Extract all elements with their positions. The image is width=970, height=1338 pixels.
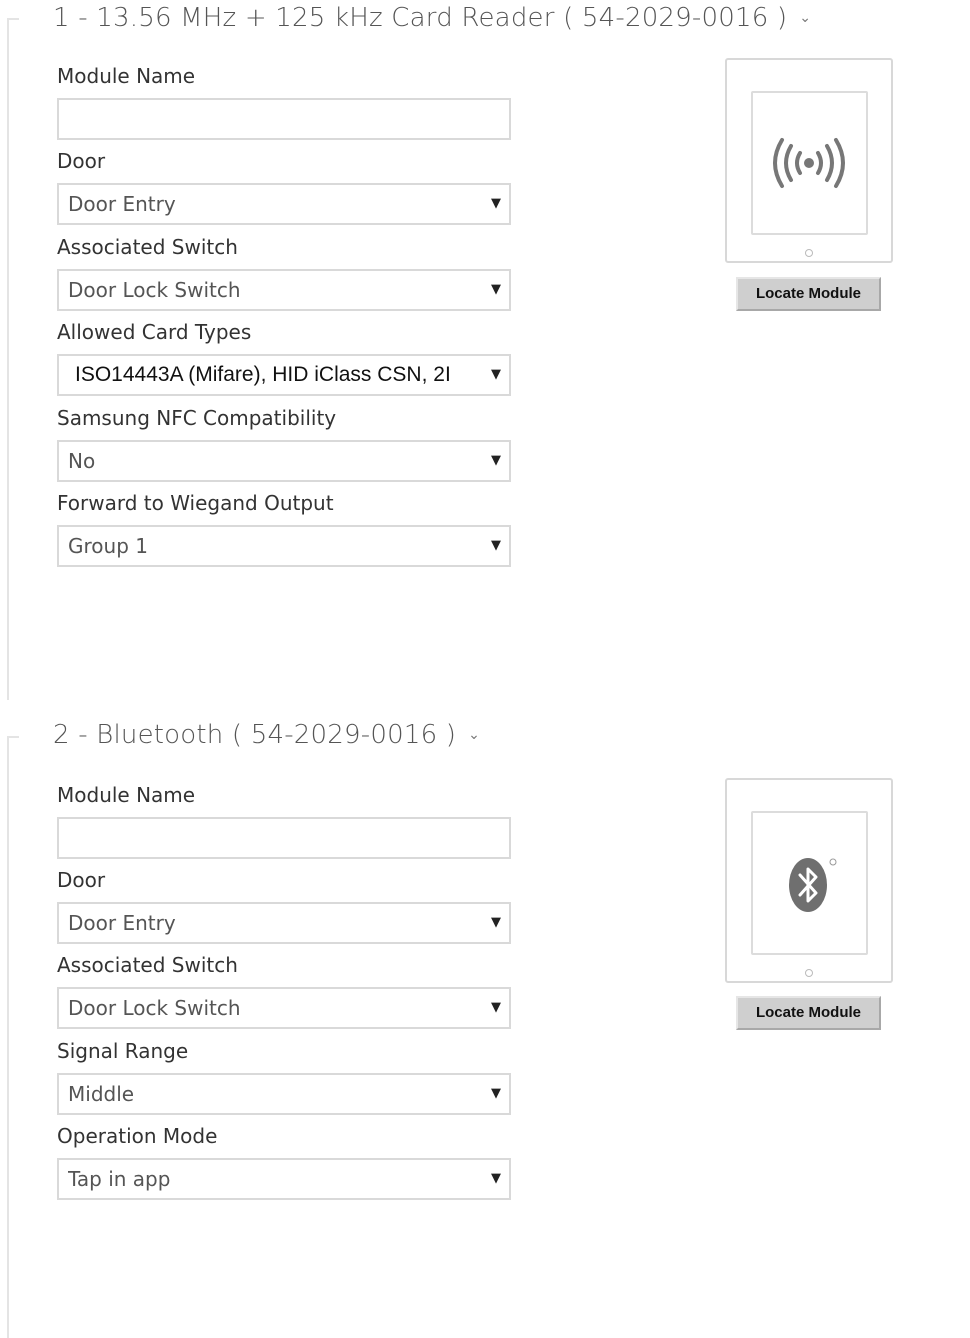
- section-2-title[interactable]: 2 - Bluetooth ( 54-2029-0016 ) ⌄: [53, 720, 480, 750]
- module-2-face: [751, 811, 868, 955]
- module-name-field[interactable]: [59, 100, 509, 138]
- door-select[interactable]: Door Entry ▼: [57, 183, 511, 225]
- allowed-card-types-select[interactable]: ISO14443A (Mifare), HID iClass CSN, 2I ▼: [57, 354, 511, 396]
- dropdown-arrow-icon: ▼: [491, 196, 501, 211]
- operation-mode-value: Tap in app: [68, 1167, 171, 1191]
- dropdown-arrow-icon: ▼: [491, 1171, 501, 1186]
- section-2-title-text: 2 - Bluetooth ( 54-2029-0016 ): [53, 720, 457, 750]
- door-select-value: Door Entry: [68, 911, 176, 935]
- locate-module-2-button[interactable]: Locate Module: [736, 996, 881, 1030]
- samsung-nfc-value: No: [68, 449, 96, 473]
- allowed-card-types-label: Allowed Card Types: [57, 320, 252, 344]
- rfid-icon: [773, 138, 845, 188]
- module-2-image: [725, 778, 893, 983]
- section-1-title[interactable]: 1 - 13.56 MHz + 125 kHz Card Reader ( 54…: [53, 3, 811, 33]
- door-select[interactable]: Door Entry ▼: [57, 902, 511, 944]
- signal-range-label: Signal Range: [57, 1039, 189, 1063]
- samsung-nfc-label: Samsung NFC Compatibility: [57, 406, 337, 430]
- dropdown-arrow-icon: ▼: [491, 915, 501, 930]
- door-label: Door: [57, 868, 106, 892]
- associated-switch-value: Door Lock Switch: [68, 278, 241, 302]
- module-name-label: Module Name: [57, 783, 196, 807]
- section-2-bracket: [7, 736, 19, 1338]
- locate-module-1-button[interactable]: Locate Module: [736, 277, 881, 311]
- signal-range-select[interactable]: Middle ▼: [57, 1073, 511, 1115]
- wiegand-output-label: Forward to Wiegand Output: [57, 491, 334, 515]
- dropdown-arrow-icon: ▼: [491, 453, 501, 468]
- module-name-input[interactable]: [57, 98, 511, 140]
- bluetooth-icon: [789, 858, 837, 912]
- dropdown-arrow-icon: ▼: [491, 282, 501, 297]
- operation-mode-select[interactable]: Tap in app ▼: [57, 1158, 511, 1200]
- chevron-down-icon: ⌄: [468, 727, 481, 743]
- section-1-bracket: [7, 18, 19, 700]
- wiegand-output-select[interactable]: Group 1 ▼: [57, 525, 511, 567]
- door-label: Door: [57, 149, 106, 173]
- wiegand-output-value: Group 1: [68, 534, 148, 558]
- module-name-input[interactable]: [57, 817, 511, 859]
- samsung-nfc-select[interactable]: No ▼: [57, 440, 511, 482]
- dropdown-arrow-icon: ▼: [491, 538, 501, 553]
- associated-switch-label: Associated Switch: [57, 953, 238, 977]
- associated-switch-select[interactable]: Door Lock Switch ▼: [57, 987, 511, 1029]
- led-indicator: [805, 969, 813, 977]
- module-name-field[interactable]: [59, 819, 509, 857]
- associated-switch-select[interactable]: Door Lock Switch ▼: [57, 269, 511, 311]
- chevron-down-icon: ⌄: [799, 10, 812, 26]
- dropdown-arrow-icon: ▼: [491, 1000, 501, 1015]
- associated-switch-value: Door Lock Switch: [68, 996, 241, 1020]
- associated-switch-label: Associated Switch: [57, 235, 238, 259]
- operation-mode-label: Operation Mode: [57, 1124, 218, 1148]
- module-1-image: [725, 58, 893, 263]
- dropdown-arrow-icon: ▼: [491, 1086, 501, 1101]
- module-name-label: Module Name: [57, 64, 196, 88]
- module-1-face: [751, 91, 868, 235]
- signal-range-value: Middle: [68, 1082, 135, 1106]
- led-indicator: [805, 249, 813, 257]
- dropdown-arrow-icon: ▼: [491, 367, 501, 382]
- door-select-value: Door Entry: [68, 192, 176, 216]
- allowed-card-types-value: ISO14443A (Mifare), HID iClass CSN, 2I: [75, 363, 451, 386]
- section-1-title-text: 1 - 13.56 MHz + 125 kHz Card Reader ( 54…: [53, 3, 788, 33]
